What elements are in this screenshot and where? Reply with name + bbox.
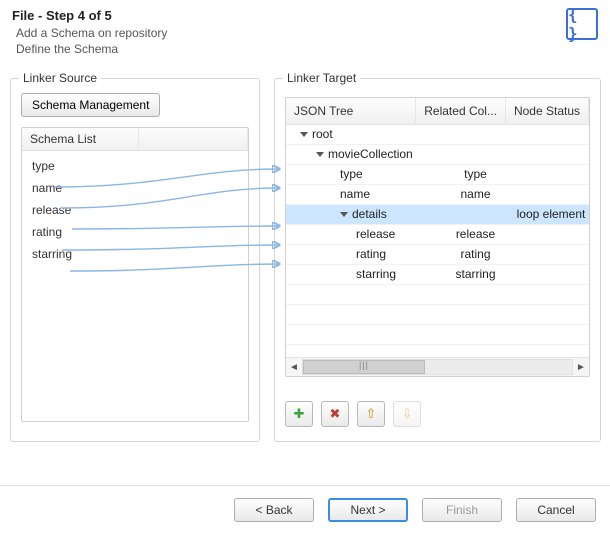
tree-node-label: root bbox=[312, 125, 333, 144]
json-braces-icon: { } bbox=[566, 8, 598, 40]
schema-list[interactable]: Schema List typenamereleaseratingstarrin… bbox=[21, 127, 249, 422]
table-row[interactable]: name name bbox=[286, 185, 589, 205]
table-row[interactable] bbox=[286, 325, 589, 345]
cancel-button[interactable]: Cancel bbox=[516, 498, 596, 522]
schema-list-col-1: Schema List bbox=[22, 128, 139, 150]
tree-node-label: type bbox=[340, 165, 363, 184]
table-row[interactable]: root bbox=[286, 125, 589, 145]
linker-source-label: Linker Source bbox=[19, 71, 101, 85]
schema-management-button[interactable]: Schema Management bbox=[21, 93, 160, 117]
linker-target-group: Linker Target JSON Tree Related Col... N… bbox=[274, 78, 601, 442]
schema-list-header: Schema List bbox=[22, 128, 248, 151]
node-status-cell: loop element bbox=[513, 205, 589, 224]
add-button[interactable]: ✚ bbox=[285, 401, 313, 427]
col-node-status: Node Status bbox=[506, 98, 589, 124]
move-up-button[interactable]: ⇧ bbox=[357, 401, 385, 427]
table-row[interactable] bbox=[286, 305, 589, 325]
tree-node-label: rating bbox=[356, 245, 386, 264]
col-related: Related Col... bbox=[416, 98, 506, 124]
table-row[interactable]: type type bbox=[286, 165, 589, 185]
node-status-cell bbox=[513, 125, 589, 144]
back-button[interactable]: < Back bbox=[234, 498, 314, 522]
related-column-cell: release bbox=[438, 225, 513, 244]
tree-h-scrollbar[interactable]: ◄ ► bbox=[286, 357, 589, 376]
table-row[interactable]: movieCollection bbox=[286, 145, 589, 165]
subtitle-2: Define the Schema bbox=[16, 41, 167, 57]
tree-node-label: details bbox=[352, 205, 387, 224]
table-row[interactable]: details loop element bbox=[286, 205, 589, 225]
related-column-cell bbox=[438, 145, 513, 164]
node-status-cell bbox=[513, 165, 589, 184]
subtitle-1: Add a Schema on repository bbox=[16, 25, 167, 41]
finish-button: Finish bbox=[422, 498, 502, 522]
list-item[interactable]: name bbox=[22, 177, 248, 199]
scroll-left-icon[interactable]: ◄ bbox=[286, 362, 302, 373]
expander-icon[interactable] bbox=[340, 212, 348, 217]
node-status-cell bbox=[513, 225, 589, 244]
scroll-right-icon[interactable]: ► bbox=[573, 362, 589, 373]
related-column-cell bbox=[438, 205, 513, 224]
expander-icon[interactable] bbox=[316, 152, 324, 157]
tree-node-label: movieCollection bbox=[328, 145, 413, 164]
next-button[interactable]: Next > bbox=[328, 498, 408, 522]
related-column-cell: starring bbox=[438, 265, 513, 284]
list-item[interactable]: starring bbox=[22, 243, 248, 265]
wizard-footer: < Back Next > Finish Cancel bbox=[0, 485, 610, 534]
col-json-tree: JSON Tree bbox=[286, 98, 416, 124]
node-status-cell bbox=[513, 245, 589, 264]
node-status-cell bbox=[513, 145, 589, 164]
tree-node-label: name bbox=[340, 185, 370, 204]
page-title: File - Step 4 of 5 bbox=[12, 8, 167, 23]
table-row[interactable]: starring starring bbox=[286, 265, 589, 285]
related-column-cell: name bbox=[438, 185, 513, 204]
expander-icon[interactable] bbox=[300, 132, 308, 137]
scroll-thumb[interactable] bbox=[303, 360, 425, 374]
related-column-cell: rating bbox=[438, 245, 513, 264]
tree-node-label: release bbox=[356, 225, 395, 244]
node-status-cell bbox=[513, 185, 589, 204]
remove-button[interactable]: ✖ bbox=[321, 401, 349, 427]
json-tree-table[interactable]: JSON Tree Related Col... Node Status roo… bbox=[285, 97, 590, 377]
tree-node-label: starring bbox=[356, 265, 396, 284]
list-item[interactable]: release bbox=[22, 199, 248, 221]
node-status-cell bbox=[513, 265, 589, 284]
linker-source-group: Linker Source Schema Management Schema L… bbox=[10, 78, 260, 442]
related-column-cell: type bbox=[438, 165, 513, 184]
move-down-button: ⇩ bbox=[393, 401, 421, 427]
list-item[interactable]: type bbox=[22, 155, 248, 177]
table-row[interactable]: rating rating bbox=[286, 245, 589, 265]
table-row[interactable]: release release bbox=[286, 225, 589, 245]
list-item[interactable]: rating bbox=[22, 221, 248, 243]
linker-target-label: Linker Target bbox=[283, 71, 360, 85]
related-column-cell bbox=[438, 125, 513, 144]
table-row[interactable] bbox=[286, 285, 589, 305]
